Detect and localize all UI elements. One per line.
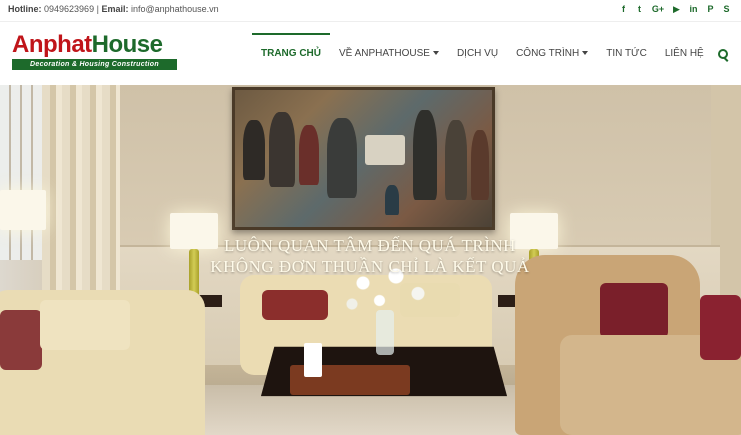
email-label: Email: <box>101 4 129 14</box>
nav-item-contact[interactable]: LIÊN HỆ <box>656 33 713 75</box>
hero-painting <box>232 87 495 230</box>
nav-label: VỀ ANPHATHOUSE <box>339 48 430 59</box>
search-icon[interactable] <box>717 33 729 75</box>
logo-wordmark: AnphatHouse <box>12 32 179 58</box>
hero-slogan-line2: KHÔNG ĐƠN THUẦN CHỈ LÀ KẾT QUẢ <box>210 257 530 276</box>
linkedin-icon[interactable]: in <box>688 3 699 15</box>
hero-slogan-line1: LUÔN QUAN TÂM ĐẾN QUÁ TRÌNH <box>224 236 516 255</box>
lamp-shade <box>0 190 46 230</box>
nav-label: CÔNG TRÌNH <box>516 48 580 59</box>
nav-item-projects[interactable]: CÔNG TRÌNH <box>507 33 597 75</box>
nav-item-news[interactable]: TIN TỨC <box>597 33 656 75</box>
pillow <box>40 300 130 350</box>
site-logo[interactable]: AnphatHouse Decoration & Housing Constru… <box>12 32 179 70</box>
caret-down-icon <box>582 51 589 56</box>
youtube-icon[interactable]: ▶ <box>672 3 681 15</box>
main-nav: TRANG CHỦ VỀ ANPHATHOUSE DỊCH VỤ CÔNG TR… <box>252 33 729 75</box>
pillow <box>700 295 741 360</box>
nav-item-about[interactable]: VỀ ANPHATHOUSE <box>330 33 448 75</box>
facebook-icon[interactable]: f <box>619 3 628 15</box>
twitter-icon[interactable]: t <box>635 3 644 15</box>
hotline-number[interactable]: 0949623969 <box>44 4 94 14</box>
hero-banner: LUÔN QUAN TÂM ĐẾN QUÁ TRÌNH KHÔNG ĐƠN TH… <box>0 85 741 435</box>
contact-info: Hotline: 0949623969 | Email: info@anphat… <box>8 4 219 14</box>
caret-down-icon <box>432 51 439 56</box>
skype-icon[interactable]: S <box>722 3 731 15</box>
nav-item-services[interactable]: DỊCH VỤ <box>448 33 507 75</box>
email-address[interactable]: info@anphathouse.vn <box>131 4 219 14</box>
pillow <box>262 290 328 320</box>
pinterest-icon[interactable]: P <box>706 3 715 15</box>
nav-label: DỊCH VỤ <box>456 48 499 59</box>
nav-label: TRANG CHỦ <box>261 48 321 59</box>
nav-label: LIÊN HỆ <box>664 48 704 59</box>
floor-lamp-left <box>0 190 46 230</box>
nav-label: TIN TỨC <box>606 48 647 59</box>
logo-tagline: Decoration & Housing Construction <box>12 59 177 70</box>
nav-item-home[interactable]: TRANG CHỦ <box>252 33 330 75</box>
logo-part-house: House <box>91 31 163 58</box>
pillow <box>0 310 42 370</box>
site-header: AnphatHouse Decoration & Housing Constru… <box>0 22 741 85</box>
logo-part-anphat: Anphat <box>12 31 92 58</box>
google-plus-icon[interactable]: G+ <box>651 3 665 15</box>
candle <box>304 343 322 377</box>
top-bar: Hotline: 0949623969 | Email: info@anphat… <box>0 0 741 22</box>
hero-window <box>0 85 45 260</box>
social-links: f t G+ ▶ in P S <box>619 3 731 15</box>
hotline-label: Hotline: <box>8 4 42 14</box>
pillow <box>600 283 668 338</box>
contact-separator: | <box>96 4 99 14</box>
